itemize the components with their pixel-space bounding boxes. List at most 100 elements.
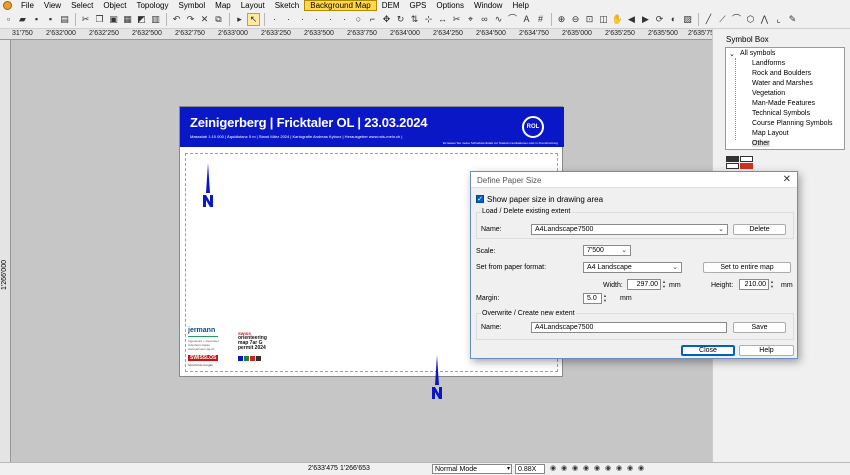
join-icon[interactable]: ∞ [478, 13, 491, 26]
width-spinner[interactable]: ▲ ▼ [661, 279, 667, 290]
new-name-input[interactable]: A4Landscape7500 [531, 322, 727, 333]
smooth-icon[interactable]: ∿ [492, 13, 505, 26]
circle-mode-icon[interactable]: · [296, 13, 309, 26]
draw-pencil-icon[interactable]: ✎ [786, 13, 799, 26]
menu-gps[interactable]: GPS [405, 0, 432, 11]
set-to-entire-map-button[interactable]: Set to entire map [703, 262, 791, 273]
view-mode-icon[interactable]: ◉ [627, 465, 636, 473]
margin-spinner[interactable]: ▲ ▼ [602, 293, 608, 304]
symbol-thumbnail[interactable] [726, 163, 739, 169]
tree-item-vegetation[interactable]: Vegetation [752, 90, 785, 97]
zoom-in-icon[interactable]: ⊕ [555, 13, 568, 26]
measure-icon[interactable]: ↔ [436, 13, 449, 26]
move-icon[interactable]: ✥ [380, 13, 393, 26]
open-folder-icon[interactable]: ▰ [16, 13, 29, 26]
draw-shape-icon[interactable]: ⬡ [744, 13, 757, 26]
zoom-window-icon[interactable]: ⊡ [583, 13, 596, 26]
background-map-icon[interactable]: ▨ [681, 13, 694, 26]
tree-item-map-layout[interactable]: Map Layout [752, 130, 789, 137]
symbol-tree[interactable]: ⌄ All symbols Landforms Rock and Boulder… [725, 47, 845, 150]
redo-icon[interactable]: ↷ [184, 13, 197, 26]
draw-zigzag-icon[interactable]: ⋀ [758, 13, 771, 26]
draw-polyline-icon[interactable]: ⟋ [716, 13, 729, 26]
tree-item-technical[interactable]: Technical Symbols [752, 110, 810, 117]
tree-item-course-planning[interactable]: Course Planning Symbols [752, 120, 833, 127]
draw-line-icon[interactable]: ╱ [702, 13, 715, 26]
menu-symbol[interactable]: Symbol [173, 0, 210, 11]
menu-sketch[interactable]: Sketch [270, 0, 304, 11]
crop-icon[interactable]: ⌐ [366, 13, 379, 26]
save-icon[interactable]: ▪ [30, 13, 43, 26]
menu-dem[interactable]: DEM [377, 0, 405, 11]
draw-corner-icon[interactable]: ⌞ [772, 13, 785, 26]
copy-icon[interactable]: ❐ [93, 13, 106, 26]
rotate-icon[interactable]: ↻ [394, 13, 407, 26]
width-input[interactable]: 297.00 [627, 279, 661, 290]
zoom-out-icon[interactable]: ⊖ [569, 13, 582, 26]
help-button[interactable]: Help [739, 345, 794, 356]
height-input[interactable]: 210.00 [739, 279, 769, 290]
menu-topology[interactable]: Topology [131, 0, 173, 11]
view-mode-icon[interactable]: ◉ [605, 465, 614, 473]
menu-help[interactable]: Help [507, 0, 533, 11]
mode-select[interactable]: Normal Mode ▾ [432, 464, 512, 474]
view-mode-icon[interactable]: ◉ [638, 465, 647, 473]
margin-input[interactable]: 5.0 [583, 293, 602, 304]
freehand-icon[interactable]: · [324, 13, 337, 26]
rectangle-mode-icon[interactable]: · [282, 13, 295, 26]
pan-icon[interactable]: ✋ [611, 13, 624, 26]
view-mode-icon[interactable]: ◉ [583, 465, 592, 473]
save-all-icon[interactable]: ▪ [44, 13, 57, 26]
menu-options[interactable]: Options [431, 0, 469, 11]
tree-item-other[interactable]: Other [752, 140, 770, 147]
color-table-icon[interactable]: ◩ [135, 13, 148, 26]
tree-item-man-made[interactable]: Man-Made Features [752, 100, 815, 107]
flip-icon[interactable]: ⇅ [408, 13, 421, 26]
show-paper-checkbox[interactable]: ✓ [476, 195, 484, 203]
menu-view[interactable]: View [39, 0, 66, 11]
delete-icon[interactable]: ✕ [198, 13, 211, 26]
menu-object[interactable]: Object [98, 0, 131, 11]
reshape-icon[interactable]: ⊹ [422, 13, 435, 26]
anti-aliasing-icon[interactable]: ◐ [667, 13, 680, 26]
view-mode-icon[interactable]: ◉ [572, 465, 581, 473]
tree-item-water[interactable]: Water and Marshes [752, 80, 813, 87]
text-tool-icon[interactable]: A [520, 13, 533, 26]
cut-line-icon[interactable]: ✂ [450, 13, 463, 26]
numeric-mode-icon[interactable]: · [338, 13, 351, 26]
ellipse-mode-icon[interactable]: ○ [352, 13, 365, 26]
split-icon[interactable]: ⌖ [464, 13, 477, 26]
print-icon[interactable]: ▤ [58, 13, 71, 26]
edit-object-icon[interactable]: ↖ [247, 13, 260, 26]
chart-icon[interactable]: ▥ [149, 13, 162, 26]
menu-background-map[interactable]: Background Map [304, 0, 377, 11]
menu-layout[interactable]: Layout [236, 0, 270, 11]
tree-item-landforms[interactable]: Landforms [752, 60, 785, 67]
height-spinner[interactable]: ▲ ▼ [769, 279, 775, 290]
previous-view-icon[interactable]: ◀ [625, 13, 638, 26]
curve-mode-icon[interactable]: · [268, 13, 281, 26]
zoom-field[interactable]: 0.88X [515, 464, 545, 474]
symbol-thumbnail[interactable] [740, 163, 753, 169]
scale-select[interactable]: 7'500 ⌄ [583, 245, 631, 256]
grid-icon[interactable]: # [534, 13, 547, 26]
close-icon[interactable]: ✕ [783, 174, 791, 185]
tree-item-root[interactable]: All symbols [740, 50, 775, 57]
cut-icon[interactable]: ✂ [79, 13, 92, 26]
extent-name-select[interactable]: A4Landscape7500 ⌄ [531, 224, 728, 235]
menu-file[interactable]: File [16, 0, 39, 11]
straight-line-icon[interactable]: · [310, 13, 323, 26]
symbol-editor-icon[interactable]: ▦ [121, 13, 134, 26]
tree-item-rock[interactable]: Rock and Boulders [752, 70, 811, 77]
menu-select[interactable]: Select [66, 0, 98, 11]
view-mode-icon[interactable]: ◉ [616, 465, 625, 473]
tree-collapse-icon[interactable]: ⌄ [729, 50, 735, 58]
close-button[interactable]: Close [681, 345, 735, 356]
curve-icon[interactable]: ⌒ [506, 13, 519, 26]
view-mode-icon[interactable]: ◉ [561, 465, 570, 473]
view-mode-icon[interactable]: ◉ [594, 465, 603, 473]
symbol-thumbnail[interactable] [726, 156, 739, 162]
menu-map[interactable]: Map [210, 0, 236, 11]
menu-window[interactable]: Window [469, 0, 507, 11]
paper-format-select[interactable]: A4 Landscape ⌄ [583, 262, 682, 273]
